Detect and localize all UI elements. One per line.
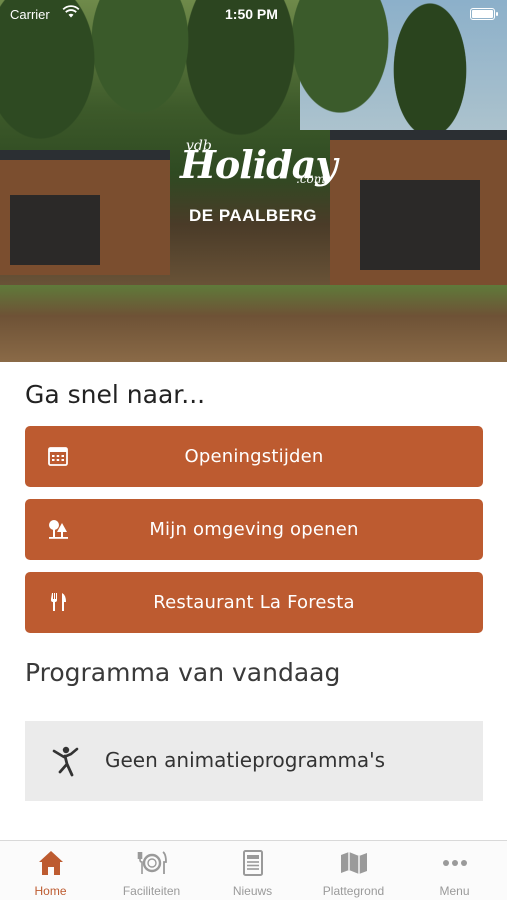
carrier-label: Carrier <box>10 7 50 22</box>
park-name: DE PAALBERG <box>189 206 317 225</box>
tab-facilities-label: Faciliteiten <box>122 884 181 898</box>
hero-cabin-right <box>330 130 507 285</box>
tab-map[interactable]: Plattegrond <box>303 841 404 900</box>
tab-menu-label: Menu <box>439 884 470 898</box>
opening-hours-label: Openingstijden <box>184 446 324 467</box>
wifi-icon <box>62 5 80 18</box>
empty-program-card: Geen animatieprogramma's <box>25 721 483 801</box>
empty-program-text: Geen animatieprogramma's <box>105 748 386 772</box>
quick-links-title: Ga snel naar... <box>25 380 206 409</box>
clock: 1:50 PM <box>225 6 278 22</box>
hero-image: vdb Holiday .com DE PAALBERG <box>0 0 507 362</box>
tab-menu[interactable]: Menu <box>404 841 505 900</box>
cutlery-icon <box>51 593 66 611</box>
hero-ground <box>0 285 507 362</box>
tab-facilities[interactable]: Faciliteiten <box>101 841 202 900</box>
home-icon <box>39 851 63 875</box>
map-icon <box>341 852 367 874</box>
restaurant-button[interactable]: Restaurant La Foresta <box>25 572 483 633</box>
hero-cabin-left <box>0 150 170 275</box>
my-surroundings-label: Mijn omgeving openen <box>149 519 359 540</box>
tab-bar: Home Faciliteiten Nieuws Plattegrond Men… <box>0 840 507 900</box>
tab-home-label: Home <box>34 884 67 898</box>
tab-home[interactable]: Home <box>0 841 101 900</box>
calendar-icon <box>48 447 68 466</box>
tab-news-label: Nieuws <box>232 884 273 898</box>
program-title: Programma van vandaag <box>25 658 341 687</box>
dancer-icon <box>52 746 79 777</box>
battery-icon <box>470 8 498 20</box>
plate-cutlery-icon <box>137 851 167 874</box>
newspaper-icon <box>243 850 263 876</box>
restaurant-label: Restaurant La Foresta <box>153 592 355 613</box>
my-surroundings-button[interactable]: Mijn omgeving openen <box>25 499 483 560</box>
trees-icon <box>49 520 68 539</box>
opening-hours-button[interactable]: Openingstijden <box>25 426 483 487</box>
status-bar: Carrier 1:50 PM <box>0 0 507 28</box>
brand-logo: vdb Holiday .com DE PAALBERG <box>178 136 337 228</box>
logo-suffix: .com <box>296 172 326 186</box>
more-dots-icon <box>443 860 467 866</box>
tab-news[interactable]: Nieuws <box>202 841 303 900</box>
tab-map-label: Plattegrond <box>322 884 385 898</box>
